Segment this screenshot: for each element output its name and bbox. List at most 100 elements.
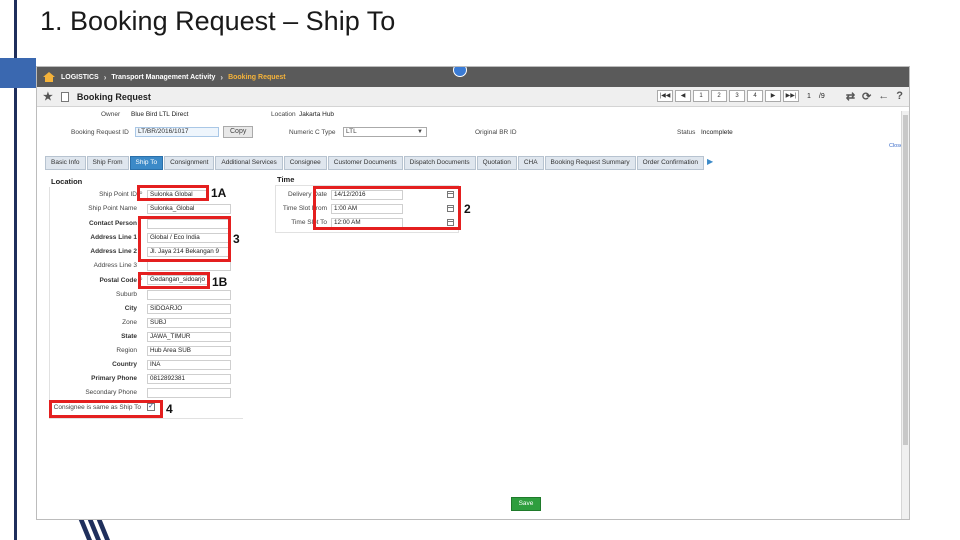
tab-additional-services[interactable]: Additional Services — [215, 156, 283, 170]
record-pager: |◀◀ ◀ 1 2 3 4 ▶ ▶▶| 1 /9 — [657, 90, 825, 102]
breadcrumb-booking-request: Booking Request — [228, 73, 286, 81]
primary-phone-field[interactable]: 0812892381 — [147, 374, 231, 384]
toolbar: ★ Booking Request |◀◀ ◀ 1 2 3 4 ▶ ▶▶| 1 … — [37, 87, 909, 107]
postal-code-label: Postal Code — [99, 277, 137, 284]
document-icon[interactable] — [60, 91, 69, 102]
country-label: Country — [112, 361, 137, 368]
annotation-box-2 — [138, 216, 231, 262]
app-window: LOGISTICS › Transport Management Activit… — [36, 66, 910, 520]
br-id-label: Booking Request ID — [71, 129, 129, 136]
pager-page-2[interactable]: 2 — [711, 90, 727, 102]
breadcrumb-separator-icon: › — [220, 72, 224, 82]
tab-booking-request-summary[interactable]: Booking Request Summary — [544, 156, 636, 170]
tab-bar: Basic Info Ship From Ship To Consignment… — [45, 156, 716, 170]
shuffle-icon[interactable]: ⇄ — [846, 90, 855, 103]
tab-ship-to[interactable]: Ship To — [129, 156, 164, 170]
scrollbar-thumb[interactable] — [903, 115, 908, 445]
pager-current: 1 — [807, 92, 811, 100]
secondary-phone-label: Secondary Phone — [85, 389, 137, 396]
address-line-3-field[interactable] — [147, 261, 231, 271]
pager-page-1[interactable]: 1 — [693, 90, 709, 102]
numeric-type-label: Numeric C Type — [289, 129, 336, 136]
pager-prev-button[interactable]: ◀ — [675, 90, 691, 102]
state-label: State — [121, 333, 137, 340]
annotation-label-2: 3 — [233, 232, 240, 246]
tab-basic-info[interactable]: Basic Info — [45, 156, 86, 170]
breadcrumb-nav: LOGISTICS › Transport Management Activit… — [37, 67, 909, 87]
page-title: Booking Request — [76, 91, 151, 102]
ship-point-name-label: Ship Point Name — [88, 205, 137, 212]
zone-field[interactable]: SUBJ — [147, 318, 231, 328]
slide-title: 1. Booking Request – Ship To — [40, 6, 396, 36]
owner-label: Owner — [101, 111, 121, 118]
tab-consignment[interactable]: Consignment — [164, 156, 215, 170]
address-line-2-label: Address Line 2 — [90, 248, 137, 255]
location-section-title: Location — [51, 177, 83, 186]
ship-point-name-field[interactable]: Sulonka_Global — [147, 204, 231, 214]
status-label: Status — [677, 129, 696, 136]
chevron-down-icon: ▼ — [417, 129, 423, 135]
annotation-box-4 — [49, 400, 163, 418]
left-tab-decoration — [0, 58, 36, 88]
refresh-icon[interactable]: ⟳ — [862, 90, 871, 103]
suburb-field[interactable] — [147, 290, 231, 300]
annotation-label-1b: 1B — [212, 275, 228, 289]
pager-first-button[interactable]: |◀◀ — [657, 90, 673, 102]
address-line-3-label: Address Line 3 — [93, 262, 137, 269]
tab-scroll-right-icon[interactable]: ▶ — [704, 156, 716, 170]
annotation-box-1a — [137, 185, 209, 201]
suburb-label: Suburb — [116, 291, 137, 298]
country-field[interactable]: INA — [147, 360, 231, 370]
location-value: Jakarta Hub — [299, 111, 335, 118]
location-label: Location — [271, 111, 296, 118]
slide: 1. Booking Request – Ship To LOGISTICS ›… — [0, 0, 960, 540]
state-field[interactable]: JAWA_TIMUR — [147, 332, 231, 342]
status-value: Incomplete — [701, 129, 733, 136]
tab-cha[interactable]: CHA — [517, 156, 544, 170]
save-button[interactable]: Save — [511, 497, 541, 511]
ship-point-id-label: Ship Point ID — [99, 191, 137, 198]
pager-last-button[interactable]: ▶▶| — [783, 90, 799, 102]
toolbar-icons: ⇄ ⟳ ← ? — [846, 90, 903, 103]
tab-customer-documents[interactable]: Customer Documents — [327, 156, 403, 170]
pager-next-button[interactable]: ▶ — [765, 90, 781, 102]
numeric-type-value: LTL — [346, 128, 357, 135]
home-icon[interactable] — [43, 72, 55, 82]
tab-quotation[interactable]: Quotation — [476, 156, 517, 170]
annotation-label-1a: 1A — [211, 186, 227, 200]
annotation-label-3: 2 — [464, 202, 471, 216]
primary-phone-label: Primary Phone — [91, 375, 137, 382]
tab-ship-from[interactable]: Ship From — [86, 156, 129, 170]
annotation-box-1b — [138, 272, 210, 289]
breadcrumb-separator-icon: › — [103, 72, 107, 82]
br-id-field[interactable]: LT/BR/2016/1017 — [135, 127, 219, 137]
contact-person-label: Contact Person — [88, 220, 137, 227]
city-field[interactable]: SIDOARJO — [147, 304, 231, 314]
tab-consignee[interactable]: Consignee — [283, 156, 327, 170]
pager-page-3[interactable]: 3 — [729, 90, 745, 102]
owner-value: Blue Bird LTL Direct — [131, 111, 189, 118]
vertical-scrollbar[interactable] — [901, 111, 909, 519]
help-icon[interactable]: ? — [896, 90, 903, 103]
region-label: Region — [116, 347, 137, 354]
annotation-box-3 — [313, 186, 461, 230]
header-form: Owner Blue Bird LTL Direct Location Jaka… — [45, 109, 907, 141]
back-icon[interactable]: ← — [878, 90, 889, 103]
star-icon[interactable]: ★ — [43, 90, 53, 103]
tab-dispatch-documents[interactable]: Dispatch Documents — [403, 156, 476, 170]
pager-page-4[interactable]: 4 — [747, 90, 763, 102]
zone-label: Zone — [122, 319, 137, 326]
original-br-label: Original BR ID — [475, 129, 517, 136]
stripes-decoration — [78, 518, 110, 540]
time-section-title: Time — [277, 175, 295, 184]
breadcrumb-transport[interactable]: Transport Management Activity — [111, 74, 215, 81]
breadcrumb-logistics[interactable]: LOGISTICS — [61, 74, 99, 81]
copy-button[interactable]: Copy — [223, 126, 254, 138]
tab-order-confirmation[interactable]: Order Confirmation — [636, 156, 704, 170]
address-line-1-label: Address Line 1 — [90, 234, 137, 241]
region-field[interactable]: Hub Area SUB — [147, 346, 231, 356]
numeric-type-select[interactable]: LTL ▼ — [343, 127, 427, 137]
pager-total: /9 — [818, 92, 825, 100]
annotation-label-4: 4 — [166, 402, 173, 416]
secondary-phone-field[interactable] — [147, 388, 231, 398]
